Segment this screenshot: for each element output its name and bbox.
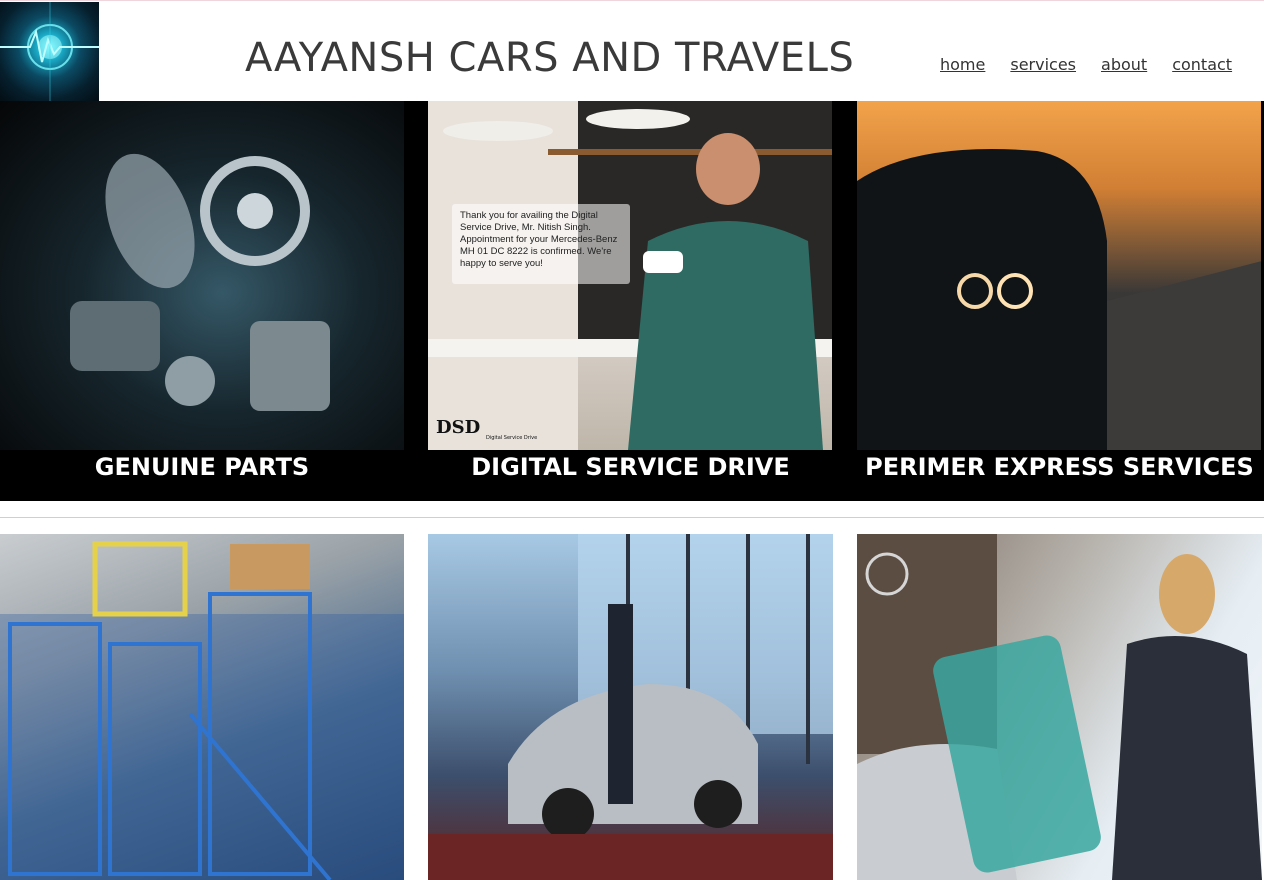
mercedes-showroom-phone-image[interactable] (857, 534, 1262, 880)
car-headlights-sunset-image (857, 101, 1261, 450)
man-with-coffee-phone-image: Thank you for availing the Digital Servi… (428, 101, 832, 450)
card-caption: PERIMER EXPRESS SERVICES (865, 453, 1254, 481)
mechanics-car-workshop-image[interactable] (428, 534, 833, 880)
card-caption: DIGITAL SERVICE DRIVE (471, 453, 790, 481)
section-divider (0, 517, 1264, 518)
main-nav: home services about contact (940, 55, 1232, 74)
nav-home-link[interactable]: home (940, 55, 985, 74)
dsd-logo-text: DSD (436, 417, 481, 438)
warehouse-shelves-image[interactable] (0, 534, 404, 880)
dsd-logo-sub: Digital Service Drive (486, 435, 538, 441)
nav-about-link[interactable]: about (1101, 55, 1147, 74)
nav-services-link[interactable]: services (1010, 55, 1076, 74)
nav-contact-link[interactable]: contact (1172, 55, 1232, 74)
gallery-row (0, 534, 1264, 880)
heartbeat-logo-icon[interactable] (0, 2, 99, 102)
dsd-confirmation-message: Thank you for availing the Digital Servi… (452, 204, 630, 284)
site-header: AAYANSH CARS AND TRAVELS home services a… (0, 0, 1264, 102)
engine-parts-image (0, 101, 404, 450)
dsd-logo: DSD Digital Service Drive (436, 417, 537, 441)
services-row: GENUINE PARTS Thank you for availing the… (0, 101, 1264, 501)
site-title: AAYANSH CARS AND TRAVELS (245, 35, 855, 81)
card-caption: GENUINE PARTS (94, 453, 310, 481)
